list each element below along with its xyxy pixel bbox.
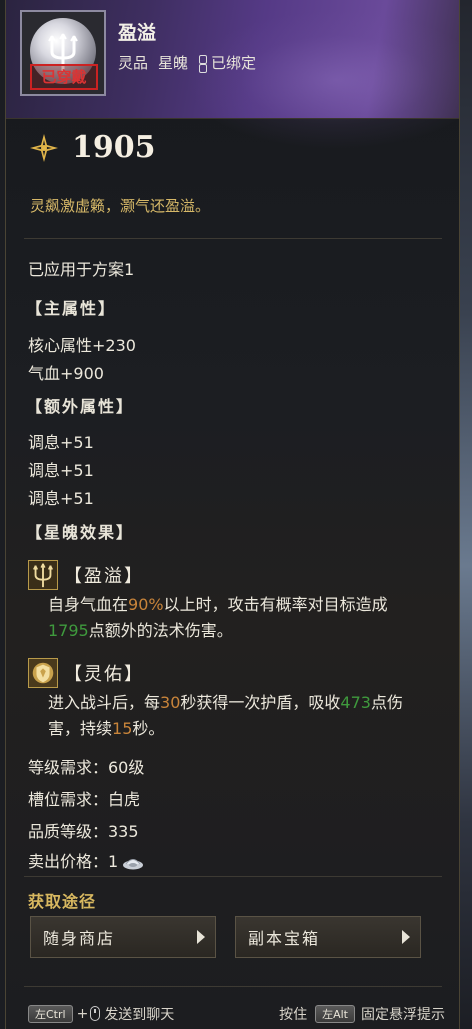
applied-plan: 已应用于方案1 — [28, 260, 135, 279]
desc-text: 自身气血在 — [48, 595, 129, 614]
bound-status: 已绑定 — [198, 52, 256, 73]
desc-value: 90% — [128, 595, 164, 614]
effect-name: 【盈溢】 — [64, 566, 144, 587]
background-scene — [460, 0, 472, 1029]
item-type: 星魄 — [158, 54, 189, 72]
desc-text: 秒获得一次护盾，吸收 — [180, 693, 341, 712]
extra-attr-line: 调息+51 — [28, 489, 94, 508]
dungeon-chest-source-button[interactable]: 副本宝箱 — [235, 916, 421, 958]
item-tooltip: 已穿戴 盈溢 灵品 星魄 已绑定 1905 灵飙激虚籁，灏气还盈溢。 已应用于方… — [5, 0, 460, 1029]
main-attr-line: 气血+900 — [28, 364, 104, 383]
item-name: 盈溢 — [118, 22, 157, 44]
extra-attr-line: 调息+51 — [28, 433, 94, 452]
score-row: 1905 — [28, 130, 156, 165]
dungeon-chest-label: 副本宝箱 — [248, 929, 321, 948]
desc-value: 30 — [160, 693, 181, 712]
ctrl-key-hint: 左Ctrl — [28, 1004, 73, 1023]
alt-key-hint: 左Alt — [315, 1004, 355, 1023]
desc-text: 进入战斗后，每 — [48, 693, 161, 712]
chevron-right-icon — [402, 930, 410, 944]
send-to-chat-hint: 发送到聊天 — [104, 1006, 175, 1023]
effect-description: 自身气血在90%以上时，攻击有概率对目标造成 1795点额外的法术伤害。 — [48, 592, 418, 644]
plus-sign: + — [76, 1005, 89, 1022]
tooltip-footer: 左Ctrl + 发送到聊天 按住 左Alt 固定悬浮提示 — [6, 998, 459, 1029]
tooltip-header: 已穿戴 盈溢 灵品 星魄 已绑定 — [6, 0, 459, 150]
chevron-right-icon — [197, 930, 205, 944]
shop-source-button[interactable]: 随身商店 — [30, 916, 216, 958]
item-grade: 灵品 — [118, 54, 149, 72]
effect-description: 进入战斗后，每30秒获得一次护盾，吸收473点伤害，持续15秒。 — [48, 690, 418, 742]
star-icon — [30, 133, 58, 162]
desc-text: 以上时，攻击有概率对目标造成 — [163, 595, 388, 614]
effects-title: 【星魄效果】 — [26, 523, 135, 542]
shield-icon — [28, 658, 58, 688]
extra-attr-line: 调息+51 — [28, 461, 94, 480]
divider — [24, 986, 442, 987]
mouse-icon — [90, 1006, 101, 1021]
extra-attr-title: 【额外属性】 — [26, 397, 135, 416]
desc-value: 1795 — [48, 621, 89, 640]
equipped-stamp: 已穿戴 — [30, 64, 98, 90]
score-value: 1905 — [72, 130, 156, 165]
item-icon: 已穿戴 — [20, 10, 106, 96]
main-attr-line: 核心属性+230 — [28, 336, 136, 355]
quality-level: 品质等级：335 — [28, 822, 139, 841]
desc-value: 15 — [112, 719, 133, 738]
main-attr-title: 【主属性】 — [26, 299, 117, 318]
desc-text: 秒。 — [132, 719, 165, 738]
item-meta: 灵品 星魄 已绑定 — [118, 52, 256, 73]
level-requirement: 等级需求：60级 — [28, 758, 145, 777]
desc-text: 点额外的法术伤害。 — [88, 621, 233, 640]
sell-price-label: 卖出价格：1 — [28, 852, 119, 871]
bind-icon — [198, 54, 208, 73]
sell-price: 卖出价格：1 — [28, 848, 144, 872]
header-divider — [6, 118, 459, 119]
hold-label: 按住 — [279, 1006, 308, 1023]
divider — [24, 238, 442, 239]
divider — [24, 876, 442, 877]
flavor-text: 灵飙激虚籁，灏气还盈溢。 — [30, 197, 211, 215]
desc-value: 473 — [340, 693, 371, 712]
shop-source-label: 随身商店 — [43, 929, 116, 948]
header-decoration — [186, 10, 459, 150]
trident-icon — [28, 560, 58, 590]
acquire-title: 获取途径 — [28, 892, 97, 911]
pin-tooltip-hint: 固定悬浮提示 — [361, 1006, 445, 1023]
bound-label: 已绑定 — [211, 54, 257, 72]
effect-name: 【灵佑】 — [64, 664, 144, 685]
silver-coin-icon — [123, 858, 144, 869]
slot-requirement: 槽位需求：白虎 — [28, 790, 141, 809]
